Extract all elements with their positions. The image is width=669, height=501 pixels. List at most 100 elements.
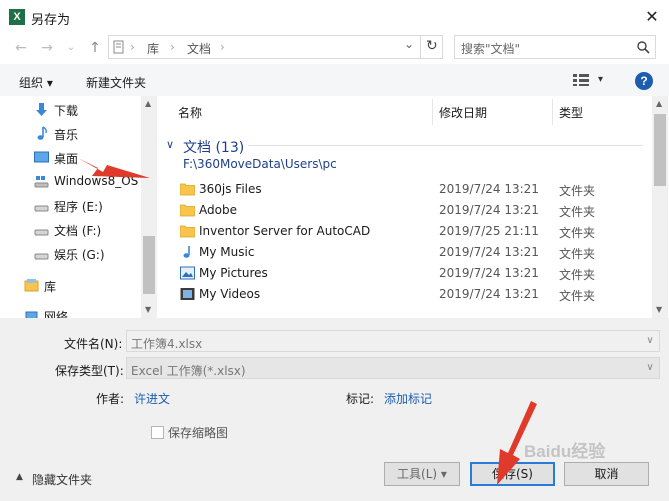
list-item[interactable]: My Videos 2019/7/24 13:21 文件夹 xyxy=(160,284,652,305)
drive-icon xyxy=(34,205,49,212)
file-date: 2019/7/25 21:11 xyxy=(439,224,539,238)
address-separator: › xyxy=(170,40,175,54)
refresh-icon[interactable]: ↻ xyxy=(426,38,438,54)
back-arrow-icon[interactable]: ← xyxy=(12,39,30,57)
filename-label: 文件名(N): xyxy=(64,337,123,351)
tools-dropdown-icon: ▾ xyxy=(440,467,447,481)
music-folder-icon xyxy=(183,246,190,258)
new-folder-button[interactable]: 新建文件夹 xyxy=(86,74,146,91)
address-separator: › xyxy=(220,40,225,54)
list-item[interactable]: 360js Files 2019/7/24 13:21 文件夹 xyxy=(160,179,652,200)
up-arrow-icon[interactable]: ↑ xyxy=(86,39,104,57)
hide-folders-button[interactable]: 隐藏文件夹 xyxy=(32,471,92,488)
recent-chevron-icon[interactable]: ⌄ xyxy=(62,39,80,57)
file-type: 文件夹 xyxy=(559,184,596,198)
desktop-icon xyxy=(34,151,49,163)
title-bar xyxy=(0,0,669,34)
nav-item-music[interactable]: 音乐 xyxy=(0,123,145,145)
excel-app-icon: X xyxy=(9,9,25,25)
nav-item-libraries[interactable]: 库 xyxy=(0,275,135,297)
group-path: F:\360MoveData\Users\pc xyxy=(183,157,337,171)
nav-item-label: 程序 (E:) xyxy=(54,200,103,214)
scroll-up-icon[interactable]: ▲ xyxy=(656,99,662,108)
filename-field[interactable] xyxy=(126,330,660,352)
list-item[interactable]: My Music 2019/7/24 13:21 文件夹 xyxy=(160,242,652,263)
nav-item-downloads[interactable]: 下载 xyxy=(0,99,145,121)
search-icon[interactable] xyxy=(636,40,650,54)
cancel-button[interactable]: 取消 xyxy=(564,462,649,486)
group-collapse-icon[interactable]: ∨ xyxy=(166,138,174,151)
nav-item-windows-drive[interactable]: Windows8_OS xyxy=(0,171,145,193)
file-type: 文件夹 xyxy=(559,268,596,282)
nav-item-desktop[interactable]: 桌面 xyxy=(0,147,145,169)
close-icon[interactable]: ✕ xyxy=(640,6,664,28)
file-name: My Pictures xyxy=(199,266,268,280)
file-type: 文件夹 xyxy=(559,289,596,303)
nav-item-label: 音乐 xyxy=(54,128,79,142)
window-title: 另存为 xyxy=(31,13,71,28)
nav-item-label: 下载 xyxy=(54,104,79,118)
list-item[interactable]: My Pictures 2019/7/24 13:21 文件夹 xyxy=(160,263,652,284)
file-type: 文件夹 xyxy=(559,205,596,219)
organize-button[interactable]: 组织 ▾ xyxy=(19,74,53,91)
help-icon[interactable]: ? xyxy=(635,72,653,90)
nav-item-drive-f[interactable]: 文档 (F:) xyxy=(0,219,145,241)
filename-input[interactable]: 工作簿4.xlsx xyxy=(131,335,202,352)
column-separator xyxy=(432,99,433,125)
filetype-dropdown-icon[interactable]: ∨ xyxy=(641,358,659,378)
view-options-icon[interactable] xyxy=(573,74,589,86)
address-divider xyxy=(420,35,421,59)
save-button[interactable]: 保存(S) xyxy=(470,462,555,486)
scroll-up-icon[interactable]: ▲ xyxy=(145,99,151,108)
column-header-type[interactable]: 类型 xyxy=(559,104,583,121)
library-small-icon xyxy=(113,40,124,54)
file-date: 2019/7/24 13:21 xyxy=(439,245,539,259)
list-item[interactable]: Adobe 2019/7/24 13:21 文件夹 xyxy=(160,200,652,221)
save-thumbnail-checkbox[interactable] xyxy=(151,426,164,439)
filetype-label: 保存类型(T): xyxy=(55,364,124,378)
folder-icon xyxy=(180,183,195,196)
breadcrumb-library[interactable]: 库 xyxy=(147,40,159,57)
tools-button[interactable]: 工具(L) ▾ xyxy=(384,462,460,486)
tools-label: 工具(L) xyxy=(397,467,438,481)
add-tags-link[interactable]: 添加标记 xyxy=(384,390,432,407)
breadcrumb-documents[interactable]: 文档 xyxy=(187,40,211,57)
author-label: 作者: xyxy=(96,392,125,406)
scroll-down-icon[interactable]: ▼ xyxy=(145,305,151,314)
file-date: 2019/7/24 13:21 xyxy=(439,266,539,280)
group-divider xyxy=(248,145,643,146)
nav-item-label: Windows8_OS xyxy=(54,174,139,188)
list-item[interactable]: Inventor Server for AutoCAD 2019/7/25 21… xyxy=(160,221,652,242)
list-scroll-thumb[interactable] xyxy=(654,114,666,186)
nav-item-drive-g[interactable]: 娱乐 (G:) xyxy=(0,243,145,265)
network-icon xyxy=(25,311,38,318)
music-icon xyxy=(37,126,47,140)
nav-item-drive-e[interactable]: 程序 (E:) xyxy=(0,195,145,217)
nav-scroll-thumb[interactable] xyxy=(143,236,155,294)
filename-dropdown-icon[interactable]: ∨ xyxy=(641,331,659,351)
nav-item-label: 库 xyxy=(44,280,57,294)
scroll-down-icon[interactable]: ▼ xyxy=(656,305,662,314)
view-dropdown-icon[interactable]: ▾ xyxy=(598,74,603,85)
library-icon xyxy=(24,279,39,292)
drive-icon xyxy=(34,253,49,260)
file-name: Inventor Server for AutoCAD xyxy=(199,224,371,238)
file-name: 360js Files xyxy=(199,182,262,196)
tags-label: 标记: xyxy=(346,392,375,406)
search-input[interactable]: 搜索"文档" xyxy=(461,40,520,57)
address-dropdown-icon[interactable]: ⌄ xyxy=(404,37,414,51)
filetype-value: Excel 工作簿(*.xlsx) xyxy=(131,364,246,378)
drive-icon xyxy=(34,176,49,188)
nav-item-label: 网络 xyxy=(44,310,69,318)
group-title[interactable]: 文档 (13) xyxy=(183,137,244,157)
nav-item-network[interactable]: 网络 xyxy=(0,305,135,318)
file-type: 文件夹 xyxy=(559,226,596,240)
videos-folder-icon xyxy=(180,288,195,300)
column-header-date[interactable]: 修改日期 xyxy=(439,104,487,121)
baidu-watermark: Baidu经验 xyxy=(524,442,606,461)
file-name: My Music xyxy=(199,245,255,259)
author-link[interactable]: 许进文 xyxy=(134,390,170,407)
collapse-arrow-icon[interactable]: ▲ xyxy=(16,472,23,482)
forward-arrow-icon[interactable]: → xyxy=(38,39,56,57)
column-header-name[interactable]: 名称 xyxy=(178,104,202,121)
